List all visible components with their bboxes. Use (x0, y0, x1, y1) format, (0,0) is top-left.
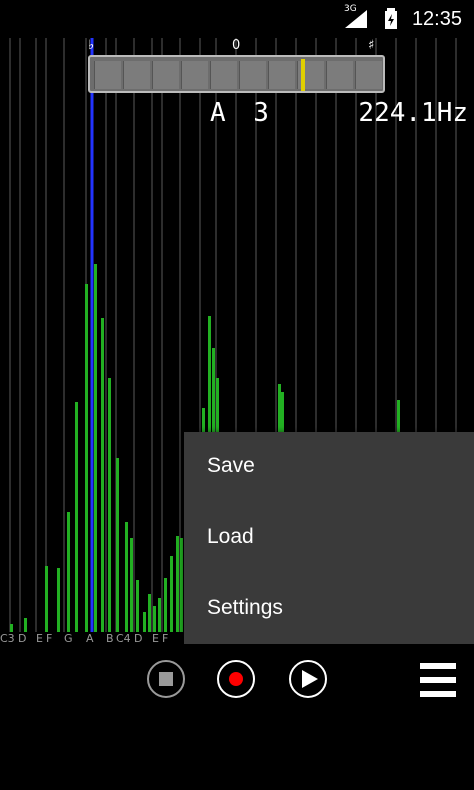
overflow-menu: Save Load Settings (184, 432, 474, 644)
note-label: E (152, 632, 159, 645)
note-label: E (36, 632, 43, 645)
spectrum-bar (101, 318, 104, 632)
spectrum-bar (75, 402, 78, 632)
note-label: A (86, 632, 94, 645)
playback-controls (0, 650, 474, 712)
spectrum-bar (164, 578, 167, 632)
detected-frequency: 224.1Hz (358, 98, 468, 128)
spectrum-bar (85, 284, 88, 632)
spectrum-bar (153, 606, 156, 632)
spectrum-bar (125, 522, 128, 632)
tuner-meter (88, 55, 385, 93)
spectrum-bar (94, 264, 97, 632)
network-type-label: 3G (344, 4, 357, 14)
hamburger-menu-button[interactable] (420, 663, 456, 697)
menu-item-label: Settings (207, 596, 283, 619)
stop-button[interactable] (147, 660, 185, 698)
stop-icon (159, 672, 173, 686)
note-label: F (162, 632, 169, 645)
spectrum-bar (108, 378, 111, 632)
status-time: 12:35 (411, 8, 462, 30)
center-mark: 0 (232, 38, 241, 53)
sharp-mark: ♯ (368, 38, 375, 53)
spectrum-bar (158, 598, 161, 632)
spectrum-bar (10, 624, 13, 632)
record-button[interactable] (217, 660, 255, 698)
spectrum-bar (180, 538, 183, 632)
spectrum-bar (136, 580, 139, 632)
play-button[interactable] (289, 660, 327, 698)
note-label: C4 (116, 632, 131, 645)
spectrum-bar (45, 566, 48, 632)
menu-item-load[interactable]: Load (184, 503, 474, 573)
spectrum-bar (148, 594, 151, 632)
play-icon (302, 670, 318, 688)
spectrum-bar (143, 612, 146, 632)
battery-icon (385, 8, 397, 29)
flat-mark: ♭ (88, 38, 95, 53)
note-label: C3 (0, 632, 15, 645)
menu-item-save[interactable]: Save (184, 432, 474, 502)
menu-item-label: Load (207, 525, 254, 548)
status-bar: 3G 12:35 (0, 0, 474, 38)
tuner-needle (301, 59, 305, 91)
note-label: G (64, 632, 73, 645)
spectrum-bar (24, 618, 27, 632)
spectrum-bar (67, 512, 70, 632)
spectrum-bar (116, 458, 119, 632)
note-label: B (106, 632, 114, 645)
note-label: D (134, 632, 143, 645)
spectrum-bar (176, 536, 179, 632)
record-icon (229, 672, 243, 686)
spectrum-bar (130, 538, 133, 632)
note-label: D (18, 632, 27, 645)
note-label: F (46, 632, 53, 645)
spectrum-bar (170, 556, 173, 632)
menu-item-settings[interactable]: Settings (184, 574, 474, 644)
detected-note: A 3 (210, 98, 275, 128)
menu-item-label: Save (207, 454, 255, 477)
spectrum-bar (57, 568, 60, 632)
